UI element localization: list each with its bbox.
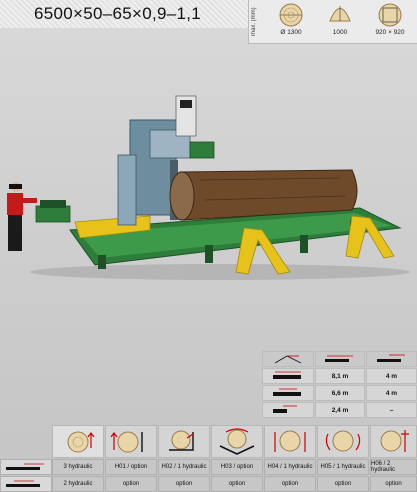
option-icon-cell — [317, 425, 369, 458]
rail-cut-icon — [273, 388, 301, 396]
option-availability: option — [158, 476, 210, 492]
option-name: H03 / option — [211, 459, 263, 475]
row1-label: 3 hydraulic — [52, 459, 104, 475]
option-icon-cell — [370, 425, 417, 458]
green-guard — [189, 141, 215, 159]
motor-vent — [180, 100, 192, 108]
dim-round-log: Ø 1300 — [271, 2, 311, 42]
spec-value: 8,1 m — [315, 368, 365, 384]
leg — [300, 235, 308, 253]
dim-square-value: 920 × 920 — [375, 29, 405, 36]
rail-section-icon — [273, 371, 301, 379]
spec-head-length — [315, 351, 365, 367]
spec-value: 4 m — [366, 385, 417, 401]
log-clamp-icon — [169, 430, 194, 451]
operator-shirt — [7, 193, 23, 215]
option-name: H02 / 1 hydraulic — [158, 459, 210, 475]
log-end — [169, 171, 195, 221]
section-arrow-icon — [376, 354, 405, 362]
log-rotate-icon — [219, 428, 255, 455]
rail-length-icon — [6, 463, 44, 470]
length-arrow-icon — [325, 355, 353, 362]
option-icon-cell — [158, 425, 210, 458]
option-name: H01 / option — [105, 459, 157, 475]
leg — [98, 255, 106, 269]
shadow — [30, 264, 410, 280]
control-panel-top — [40, 200, 66, 208]
flat-log-icon — [329, 6, 351, 22]
log-turner-icon — [110, 431, 143, 453]
spec-table: 8,1 m 4 m 6,6 m 4 m 2,4 m – — [262, 351, 417, 419]
spec-head-corner — [262, 351, 314, 367]
row1-header — [0, 459, 52, 475]
leg — [205, 245, 213, 263]
cut-angle-icon — [274, 355, 302, 364]
log-flip-icon — [325, 430, 361, 452]
operator-cap — [9, 184, 22, 189]
max-label: max. (mm) — [251, 7, 257, 37]
control-panel — [35, 205, 71, 223]
option-name: H05 / 1 hydraulic — [317, 459, 369, 475]
option-icon-cell — [264, 425, 316, 458]
spec-row-icon — [262, 368, 314, 384]
spec-head-section — [366, 351, 417, 367]
spec-row: 8,1 m 4 m — [262, 368, 417, 385]
option-icon-cell — [52, 425, 104, 458]
spec-value: – — [366, 402, 417, 418]
log-lock-icon — [380, 430, 409, 452]
option-availability: option — [317, 476, 369, 492]
option-availability: option — [264, 476, 316, 492]
dim-square-log: 920 × 920 — [370, 2, 410, 42]
option-icon-cell — [105, 425, 157, 458]
sawmill-illustration — [7, 95, 410, 280]
option-availability: option — [211, 476, 263, 492]
rail-section-icon — [6, 480, 40, 487]
option-name: H06 / 2 hydraulic — [370, 459, 417, 475]
option-name: H04 / 1 hydraulic — [264, 459, 316, 475]
dim-flat-value: 1000 — [332, 29, 348, 36]
round-log-icon — [279, 3, 303, 27]
option-icon-cell — [211, 425, 263, 458]
saw-head-guard — [117, 154, 137, 226]
square-log-icon — [378, 3, 402, 27]
dim-round-value: Ø 1300 — [280, 29, 302, 36]
spec-head-row — [262, 351, 417, 368]
log-stop-icon — [274, 430, 306, 452]
dim-flat-log: 1000 — [320, 2, 360, 42]
page-title: 6500×50–65×0,9–1,1 — [34, 4, 202, 23]
option-availability: option — [370, 476, 417, 492]
spec-value: 2,4 m — [315, 402, 365, 418]
options-table: 3 hydraulic H01 / option H02 / 1 hydraul… — [0, 425, 417, 492]
spec-row: 2,4 m – — [262, 402, 417, 419]
spec-value: 4 m — [366, 368, 417, 384]
spec-row: 6,6 m 4 m — [262, 385, 417, 402]
spec-row-icon — [262, 402, 314, 418]
log-lift-icon — [67, 431, 95, 453]
operator-trousers — [8, 215, 22, 251]
extension-icon — [273, 405, 297, 413]
option-availability: option — [105, 476, 157, 492]
operator-arm — [21, 198, 37, 203]
spec-row-icon — [262, 385, 314, 401]
row2-header — [0, 476, 52, 492]
spec-value: 6,6 m — [315, 385, 365, 401]
row2-label: 2 hydraulic — [52, 476, 104, 492]
